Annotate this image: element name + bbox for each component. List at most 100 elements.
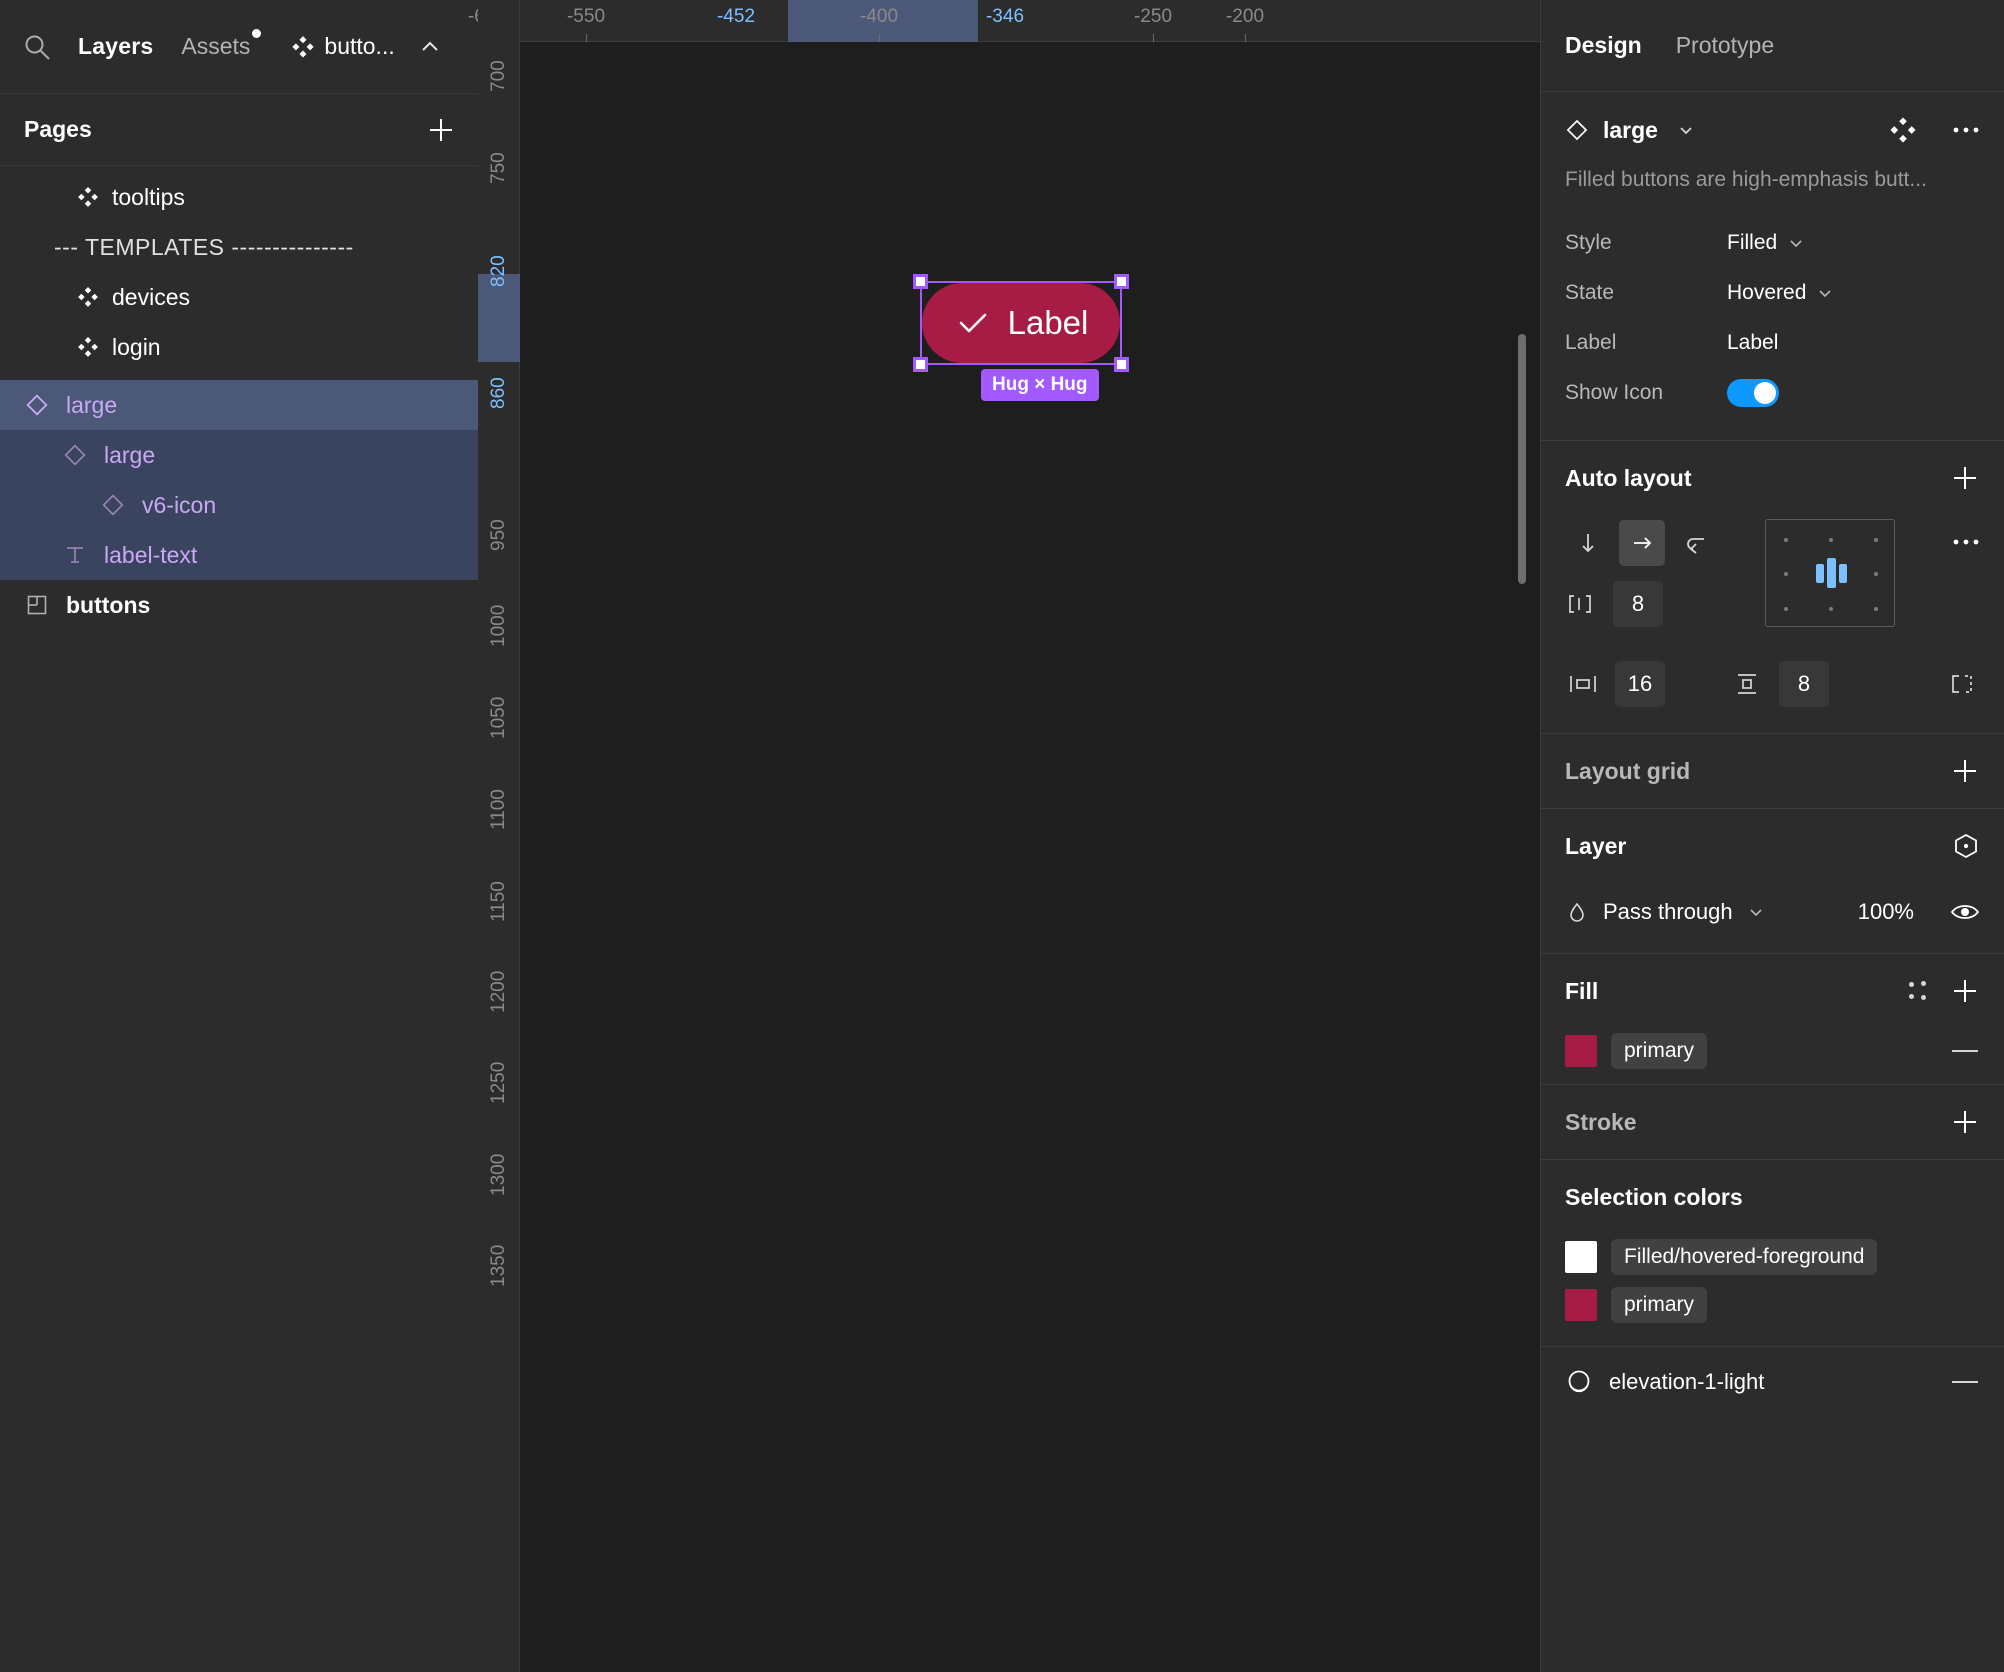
property-row-state[interactable]: State Hovered bbox=[1565, 268, 1980, 318]
property-value-text-input[interactable]: Label bbox=[1727, 331, 1778, 355]
property-value-dropdown[interactable]: Hovered bbox=[1727, 281, 1834, 305]
tab-prototype[interactable]: Prototype bbox=[1676, 32, 1774, 59]
layer-item-label-text[interactable]: label-text bbox=[0, 530, 478, 580]
wrap-arrow-icon[interactable] bbox=[1673, 520, 1719, 566]
chevron-up-icon[interactable] bbox=[419, 36, 441, 58]
page-item-devices[interactable]: devices bbox=[0, 272, 478, 322]
horizontal-arrow-icon[interactable] bbox=[1619, 520, 1665, 566]
page-item-label: login bbox=[112, 333, 161, 360]
component-diamond-icon bbox=[292, 35, 315, 58]
eye-icon[interactable] bbox=[1950, 902, 1980, 922]
layer-item-v6-icon[interactable]: v6-icon bbox=[0, 480, 478, 530]
ruler-v-tick: 1000 bbox=[478, 605, 520, 647]
resize-handle-bottom-left[interactable] bbox=[913, 357, 928, 372]
add-layout-grid-plus-icon[interactable] bbox=[1950, 756, 1980, 786]
alignment-grid[interactable] bbox=[1765, 519, 1895, 627]
ruler-h-tick: -400 bbox=[860, 0, 898, 42]
tab-assets[interactable]: Assets bbox=[181, 29, 262, 60]
component-properties-section: large Filled buttons are high-emphasis b… bbox=[1541, 92, 2004, 441]
minus-icon[interactable] bbox=[1952, 1050, 1978, 1052]
size-badge[interactable]: Hug × Hug bbox=[981, 369, 1099, 401]
horizontal-ruler[interactable]: -600 -550 -452 -400 -346 -250 -200 bbox=[468, 0, 1540, 42]
ruler-tick-label: 1150 bbox=[488, 881, 509, 922]
gap-input[interactable]: 8 bbox=[1613, 581, 1663, 627]
selection-color-token[interactable]: primary bbox=[1611, 1287, 1708, 1323]
figma-window: Layers Assets butto... Pages tooltips --… bbox=[0, 0, 2004, 1672]
fill-style-token[interactable]: primary bbox=[1611, 1033, 1708, 1069]
layer-opacity-input[interactable]: 100% bbox=[1858, 899, 1914, 925]
resize-handle-top-right[interactable] bbox=[1114, 274, 1129, 289]
layer-settings-icon[interactable] bbox=[1952, 832, 1980, 860]
property-row-label[interactable]: Label Label bbox=[1565, 318, 1980, 368]
ruler-h-tick: -200 bbox=[1226, 0, 1264, 42]
page-item-templates-divider[interactable]: --- TEMPLATES --------------- bbox=[0, 222, 478, 272]
page-divider-label: --- TEMPLATES --------------- bbox=[54, 233, 354, 260]
add-page-plus-icon[interactable] bbox=[426, 115, 456, 145]
ruler-tick-label: -400 bbox=[859, 6, 899, 27]
selection-colors-section: Selection colors Filled/hovered-foregrou… bbox=[1541, 1160, 2004, 1347]
layer-item-large-root[interactable]: large bbox=[0, 380, 478, 430]
property-row-style[interactable]: Style Filled bbox=[1565, 218, 1980, 268]
minus-icon[interactable] bbox=[1952, 1381, 1978, 1383]
ruler-tick-label: 1200 bbox=[488, 970, 509, 1013]
ruler-tick-label: 1250 bbox=[488, 1061, 509, 1104]
vertical-padding-input[interactable]: 8 bbox=[1779, 661, 1829, 707]
ruler-tick-label: 820 bbox=[488, 255, 509, 287]
search-icon[interactable] bbox=[22, 32, 52, 62]
more-horizontal-icon[interactable] bbox=[1952, 537, 1980, 547]
vertical-arrow-icon[interactable] bbox=[1565, 520, 1611, 566]
add-fill-plus-icon[interactable] bbox=[1950, 976, 1980, 1006]
assets-notification-dot bbox=[252, 29, 262, 38]
ruler-h-tick-selected-left: -452 bbox=[717, 0, 755, 42]
property-label: Label bbox=[1565, 331, 1617, 354]
ruler-tick-label: 750 bbox=[488, 152, 509, 184]
fill-color-swatch[interactable] bbox=[1565, 1035, 1597, 1067]
layer-item-buttons-frame[interactable]: buttons bbox=[0, 580, 478, 630]
selection-color-token[interactable]: Filled/hovered-foreground bbox=[1611, 1239, 1878, 1275]
stroke-title: Stroke bbox=[1565, 1108, 1637, 1135]
property-value-dropdown[interactable]: Filled bbox=[1727, 231, 1805, 255]
property-label: Show Icon bbox=[1565, 381, 1664, 404]
ruler-tick-label: 1300 bbox=[488, 1153, 509, 1196]
horizontal-padding-input[interactable]: 16 bbox=[1615, 661, 1665, 707]
layer-section: Layer Pass through 100% bbox=[1541, 809, 2004, 954]
swap-component-icon[interactable] bbox=[1890, 117, 1916, 143]
blend-mode-value[interactable]: Pass through bbox=[1603, 899, 1733, 925]
canvas-vertical-scrollbar[interactable] bbox=[1518, 334, 1526, 584]
ruler-tick-label: 1350 bbox=[488, 1244, 509, 1287]
ruler-v-tick-selected-top: 820 bbox=[478, 255, 520, 287]
ruler-tick-label: 1000 bbox=[488, 604, 509, 647]
resize-handle-top-left[interactable] bbox=[913, 274, 928, 289]
effect-style-row: elevation-1-light bbox=[1565, 1347, 1980, 1417]
auto-layout-left-controls: 8 bbox=[1565, 515, 1765, 637]
canvas-viewport[interactable]: Label Hug × Hug bbox=[520, 42, 1540, 1672]
add-auto-layout-plus-icon[interactable] bbox=[1950, 463, 1980, 493]
ruler-tick-label: 1050 bbox=[488, 696, 509, 739]
layer-item-large-child[interactable]: large bbox=[0, 430, 478, 480]
ruler-tick-label: -250 bbox=[1133, 6, 1173, 27]
ruler-tick-label: -200 bbox=[1225, 6, 1265, 27]
more-horizontal-icon[interactable] bbox=[1952, 125, 1980, 135]
show-icon-toggle[interactable] bbox=[1727, 379, 1779, 407]
page-item-tooltips[interactable]: tooltips bbox=[0, 172, 478, 222]
property-row-show-icon[interactable]: Show Icon bbox=[1565, 368, 1980, 418]
style-grid-icon[interactable] bbox=[1908, 980, 1930, 1002]
page-item-login[interactable]: login bbox=[0, 322, 478, 372]
ruler-v-tick: 1300 bbox=[478, 1154, 520, 1196]
clip-content-icon[interactable] bbox=[1944, 670, 1980, 698]
selection-color-swatch[interactable] bbox=[1565, 1289, 1597, 1321]
library-file-chip[interactable]: butto... bbox=[292, 33, 440, 60]
vertical-ruler[interactable]: 700 750 820 860 950 1000 1050 1100 1150 … bbox=[478, 0, 520, 1672]
tab-layers[interactable]: Layers bbox=[78, 33, 153, 60]
add-stroke-plus-icon[interactable] bbox=[1950, 1107, 1980, 1137]
layer-item-label: large bbox=[66, 391, 118, 418]
chevron-down-icon[interactable] bbox=[1676, 120, 1696, 140]
resize-handle-bottom-right[interactable] bbox=[1114, 357, 1129, 372]
canvas-area[interactable]: -600 -550 -452 -400 -346 -250 -200 700 7… bbox=[468, 0, 1540, 1672]
effect-style-name[interactable]: elevation-1-light bbox=[1609, 1369, 1764, 1395]
selection-bounding-box[interactable] bbox=[913, 274, 1129, 372]
ruler-h-tick: -550 bbox=[567, 0, 605, 42]
chevron-down-icon[interactable] bbox=[1747, 903, 1765, 921]
tab-design[interactable]: Design bbox=[1565, 32, 1642, 59]
selection-color-swatch[interactable] bbox=[1565, 1241, 1597, 1273]
